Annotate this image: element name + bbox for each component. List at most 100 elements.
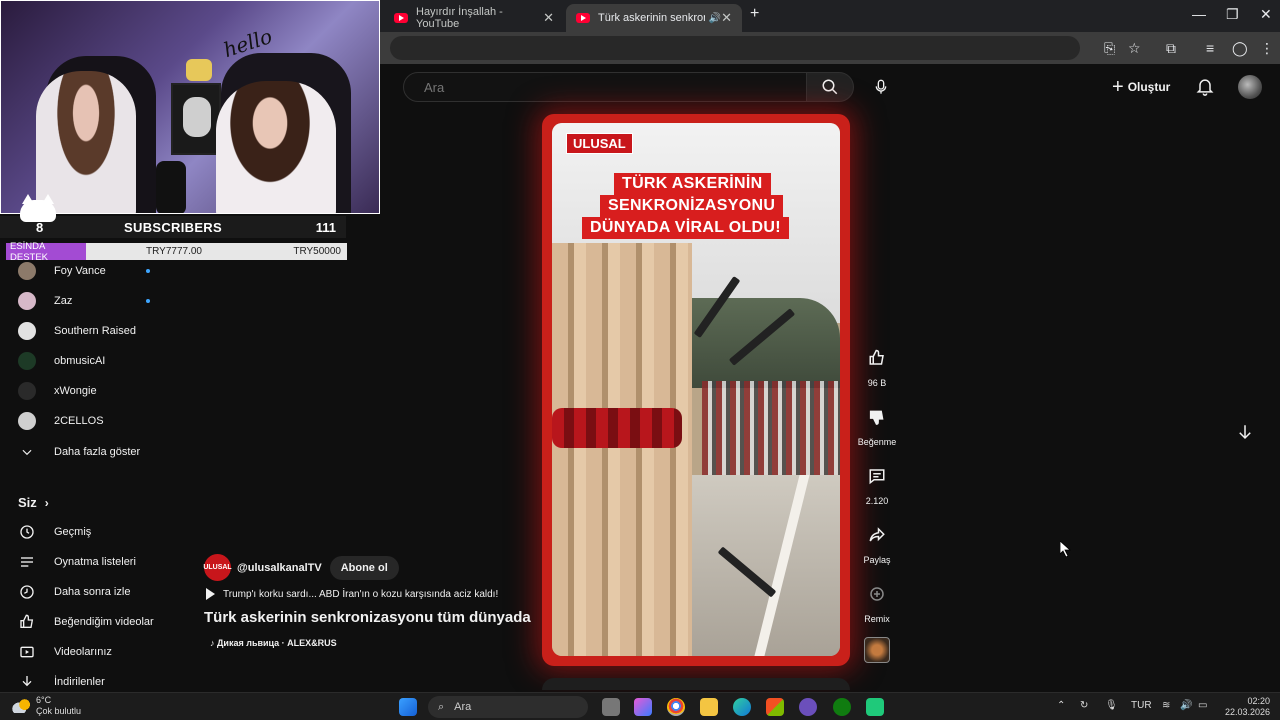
webcam-overlay: hello <box>0 0 380 214</box>
profile-icon[interactable]: ◯ <box>1232 40 1248 57</box>
donation-amount: TRY7777.00 <box>146 246 202 257</box>
remix-button[interactable]: Remix <box>856 576 898 624</box>
channel-name: 2CELLOS <box>54 415 104 427</box>
address-field[interactable] <box>390 36 1080 60</box>
sound-thumbnail[interactable] <box>864 637 890 663</box>
remix-icon <box>859 576 895 612</box>
close-window-button[interactable]: ✕ <box>1260 6 1272 23</box>
channel-logo[interactable]: ULUSAL <box>203 554 232 581</box>
edge-icon[interactable] <box>733 698 751 716</box>
whatsapp-icon[interactable] <box>866 698 884 716</box>
sidebar-item-zaz[interactable]: Zaz <box>0 288 180 314</box>
sidebar-item-foy-vance[interactable]: Foy Vance <box>0 258 180 284</box>
sidebar-item-southern-raised[interactable]: Southern Raised <box>0 318 180 344</box>
sidebar-item-xwongie[interactable]: xWongie <box>0 378 180 404</box>
new-content-dot <box>146 299 150 303</box>
comments-button[interactable]: 2.120 <box>856 458 898 506</box>
channel-avatar <box>18 292 36 310</box>
history-icon <box>18 523 36 541</box>
download-icon <box>18 673 36 691</box>
sidebar-item-liked-videos[interactable]: Beğendiğim videolar <box>0 609 180 635</box>
bookmark-star-icon[interactable]: ☆ <box>1128 40 1141 57</box>
weather-desc: Çok bulutlu <box>36 706 82 716</box>
share-button[interactable]: Paylaş <box>856 517 898 565</box>
account-avatar[interactable] <box>1238 75 1262 99</box>
microphone-tray-icon[interactable]: 🎙 <box>1105 700 1118 711</box>
speaker-icon[interactable]: 🔊 <box>709 13 721 24</box>
battery-icon[interactable]: ▭ <box>1198 700 1207 711</box>
you-section-header[interactable]: Siz › <box>18 495 49 510</box>
volume-icon[interactable]: 🔊 <box>1180 700 1192 711</box>
short-player[interactable]: ULUSAL TÜRK ASKERİNİN SENKRONİZASYONU DÜ… <box>542 114 850 666</box>
dislike-button[interactable]: Beğenme <box>856 399 898 447</box>
search-button[interactable] <box>806 72 854 102</box>
minimize-button[interactable]: — <box>1192 6 1206 22</box>
subscribe-button[interactable]: Abone ol <box>329 555 399 580</box>
music-note-icon: ♪ <box>210 638 215 648</box>
you-section-label: Siz <box>18 495 37 510</box>
sidebar-item-label: Beğendiğim videolar <box>54 616 154 628</box>
weather-widget[interactable]: 6°C Çok bulutlu <box>12 695 81 717</box>
sidebar-item-history[interactable]: Geçmiş <box>0 519 180 545</box>
streaming-microphone <box>156 161 186 213</box>
tab-turk-askerinin[interactable]: Türk askerinin senkronizasy 🔊 ✕ <box>566 4 742 32</box>
donation-goal: TRY50000 <box>293 246 341 257</box>
video-red-berets <box>552 408 682 448</box>
wifi-icon[interactable]: ≋ <box>1162 700 1170 711</box>
related-video-link[interactable]: Trump'ı korku sardı... ABD İran'ın o koz… <box>206 588 498 600</box>
notifications-button[interactable] <box>1195 76 1215 101</box>
language-indicator[interactable]: TUR <box>1131 700 1152 711</box>
taskbar-search[interactable]: ⌕ Ara <box>428 696 588 718</box>
tab-close-icon[interactable]: ✕ <box>543 10 554 26</box>
sidebar-item-obmusicai[interactable]: obmusicAI <box>0 348 180 374</box>
shelf-decoration <box>186 59 212 81</box>
chevron-right-icon: › <box>44 495 49 510</box>
new-content-dot <box>146 269 150 273</box>
media-control-icon[interactable]: ≡ <box>1206 40 1214 56</box>
sidebar-item-playlists[interactable]: Oynatma listeleri <box>0 549 180 575</box>
browser-menu-icon[interactable]: ⋮ <box>1260 40 1274 57</box>
next-short-preview[interactable] <box>542 678 850 690</box>
sidebar-item-2cellos[interactable]: 2CELLOS <box>0 408 180 434</box>
app-icon[interactable] <box>799 698 817 716</box>
video-soldiers <box>552 243 692 656</box>
maximize-button[interactable]: ❐ <box>1226 6 1239 23</box>
search-input[interactable] <box>404 73 806 101</box>
sync-icon[interactable]: ↻ <box>1080 700 1088 711</box>
channel-avatar <box>18 382 36 400</box>
create-button[interactable]: + Oluştur <box>1112 74 1170 100</box>
next-short-button[interactable] <box>1236 422 1254 447</box>
channel-avatar <box>18 262 36 280</box>
file-explorer-icon[interactable] <box>700 698 718 716</box>
short-video-frame[interactable]: ULUSAL TÜRK ASKERİNİN SENKRONİZASYONU DÜ… <box>552 123 840 656</box>
video-crowd <box>702 381 840 476</box>
subscriber-label: SUBSCRIBERS <box>124 219 222 235</box>
extensions-icon[interactable]: ⧉ <box>1166 40 1176 57</box>
sidebar-item-watch-later[interactable]: Daha sonra izle <box>0 579 180 605</box>
task-view-icon[interactable] <box>602 698 620 716</box>
tab-title: Türk askerinin senkronizasy <box>598 12 705 24</box>
sidebar-item-label: Oynatma listeleri <box>54 556 136 568</box>
sidebar-item-your-videos[interactable]: Videolarınız <box>0 639 180 665</box>
new-tab-button[interactable]: + <box>750 5 759 23</box>
music-info[interactable]: ♪ Дикая львица · ALEX&RUS <box>210 638 337 648</box>
play-icon <box>206 588 215 600</box>
tab-hayirdir[interactable]: Hayırdır İnşallah - YouTube ✕ <box>384 4 564 32</box>
xbox-icon[interactable] <box>833 698 851 716</box>
system-clock[interactable]: 02:20 22.03.2026 <box>1224 696 1270 718</box>
copilot-icon[interactable] <box>634 698 652 716</box>
channel-handle[interactable]: @ulusalkanalTV <box>237 562 322 574</box>
store-icon[interactable] <box>766 698 784 716</box>
voice-search-button[interactable] <box>866 72 896 102</box>
like-button[interactable]: 96 B <box>856 340 898 388</box>
show-more-button[interactable]: Daha fazla göster <box>0 439 180 465</box>
channel-name: Southern Raised <box>54 325 136 337</box>
tab-close-icon[interactable]: ✕ <box>721 10 732 26</box>
channel-name: obmusicAI <box>54 355 106 367</box>
chrome-icon[interactable] <box>667 698 685 716</box>
chevron-up-icon[interactable]: ⌃ <box>1057 700 1065 711</box>
start-button[interactable] <box>399 698 417 716</box>
install-app-icon[interactable]: ⎘ <box>1104 40 1115 57</box>
search-box[interactable] <box>403 72 807 102</box>
short-title[interactable]: Türk askerinin senkronizasyonu tüm dünya… <box>204 609 534 626</box>
